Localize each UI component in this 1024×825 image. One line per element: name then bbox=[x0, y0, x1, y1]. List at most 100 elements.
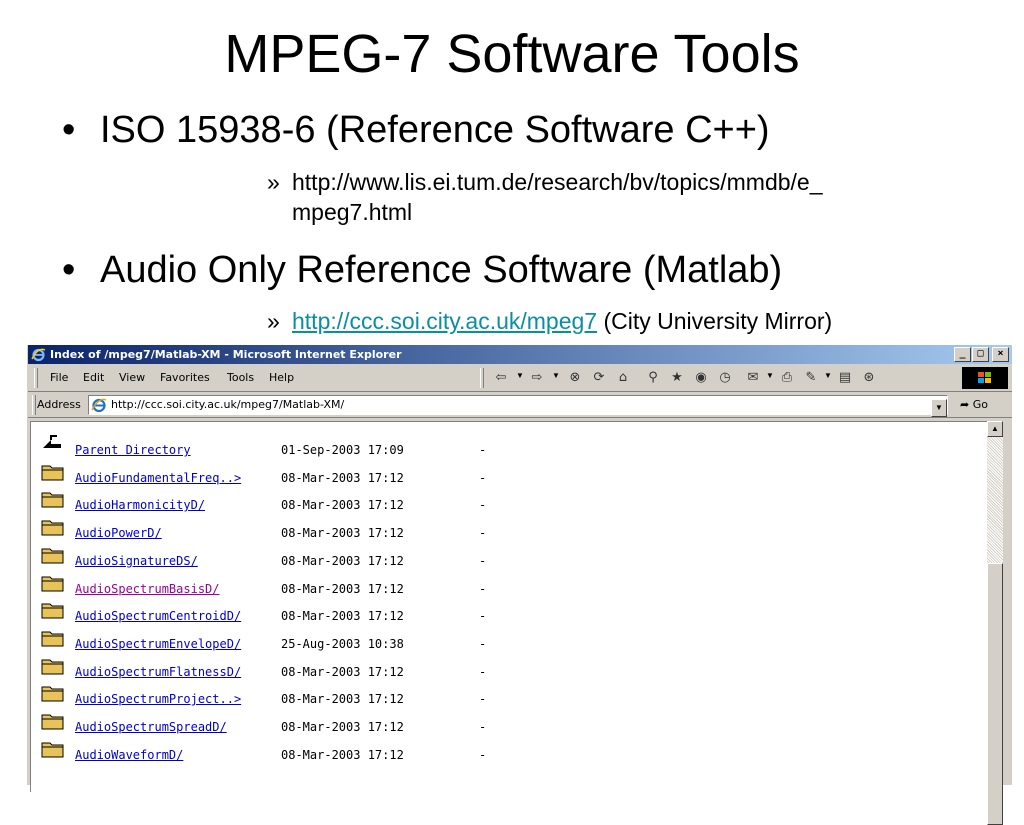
vertical-scrollbar[interactable]: ▲ bbox=[987, 421, 1003, 825]
menu-toolbar-bar: File Edit View Favorites Tools Help ⇦ ▼ … bbox=[28, 365, 1012, 392]
sub-bullet-city-mirror: » http://ccc.soi.city.ac.uk/mpeg7 (City … bbox=[267, 306, 833, 336]
folder-icon bbox=[41, 576, 64, 591]
parent-directory-icon bbox=[43, 435, 61, 448]
edit-icon[interactable]: ✎ bbox=[802, 369, 820, 387]
menu-tools[interactable]: Tools bbox=[227, 371, 254, 384]
modified-date: 08-Mar-2003 17:12 bbox=[281, 581, 404, 596]
directory-link[interactable]: AudioSpectrumProject..> bbox=[75, 692, 241, 706]
directory-link[interactable]: AudioSpectrumEnvelopeD/ bbox=[75, 637, 241, 651]
discuss-icon[interactable]: ▤ bbox=[836, 369, 854, 387]
file-size: - bbox=[479, 692, 487, 707]
directory-link[interactable]: AudioFundamentalFreq..> bbox=[75, 471, 241, 485]
modified-date: 08-Mar-2003 17:12 bbox=[281, 692, 404, 707]
directory-link[interactable]: AudioSignatureDS/ bbox=[75, 554, 198, 568]
address-label: Address bbox=[37, 398, 81, 411]
bullet-text: Audio Only Reference Software (Matlab) bbox=[100, 249, 783, 291]
scroll-thumb[interactable] bbox=[987, 563, 1003, 825]
menu-edit[interactable]: Edit bbox=[83, 371, 104, 384]
file-size: - bbox=[479, 720, 487, 734]
modified-date: 01-Sep-2003 17:09 bbox=[281, 443, 404, 457]
go-label: Go bbox=[972, 398, 988, 411]
directory-link[interactable]: Parent Directory bbox=[75, 443, 191, 457]
bullet-iso-reference: • ISO 15938-6 (Reference Software C++) bbox=[62, 108, 770, 152]
mail-dropdown-icon[interactable]: ▼ bbox=[766, 371, 774, 380]
go-arrow-icon: ➦ bbox=[960, 398, 970, 411]
folder-icon bbox=[41, 631, 64, 647]
directory-link[interactable]: AudioSpectrumBasisD/ bbox=[75, 582, 220, 596]
grip-handle[interactable] bbox=[480, 368, 484, 388]
media-icon[interactable]: ◉ bbox=[692, 369, 710, 387]
bullet-dot-icon: • bbox=[62, 109, 76, 151]
modified-date: 08-Mar-2003 17:12 bbox=[281, 747, 404, 762]
modified-date: 25-Aug-2003 10:38 bbox=[281, 636, 404, 651]
city-mirror-note: (City University Mirror) bbox=[597, 308, 833, 334]
search-icon[interactable]: ⚲ bbox=[644, 369, 662, 387]
close-button[interactable]: × bbox=[992, 347, 1009, 362]
ie-logo-icon bbox=[31, 348, 46, 362]
modified-date: 08-Mar-2003 17:12 bbox=[281, 498, 404, 513]
minimize-button[interactable]: _ bbox=[954, 347, 971, 362]
file-size: - bbox=[479, 498, 487, 513]
folder-icon bbox=[41, 465, 64, 481]
slide-title: MPEG-7 Software Tools bbox=[224, 24, 800, 84]
bullet-dot-icon: • bbox=[62, 249, 76, 291]
forward-icon[interactable]: ⇨ bbox=[528, 369, 546, 387]
directory-link[interactable]: AudioWaveformD/ bbox=[75, 748, 183, 762]
file-size: - bbox=[479, 581, 487, 596]
sub-bullet-iso-url: » http://www.lis.ei.tum.de/research/bv/t… bbox=[267, 167, 992, 227]
history-icon[interactable]: ◷ bbox=[716, 369, 734, 387]
scroll-track[interactable] bbox=[987, 437, 1003, 563]
directory-link[interactable]: AudioSpectrumFlatnessD/ bbox=[75, 665, 241, 679]
directory-link[interactable]: AudioSpectrumSpreadD/ bbox=[75, 720, 227, 734]
browser-window: Index of /mpeg7/Matlab-XM - Microsoft In… bbox=[27, 345, 1012, 825]
sub-bullet-line-1: http://www.lis.ei.tum.de/research/bv/top… bbox=[292, 169, 823, 195]
file-size: - bbox=[479, 636, 487, 651]
address-dropdown-icon[interactable]: ▼ bbox=[931, 399, 947, 417]
home-icon[interactable]: ⌂ bbox=[614, 369, 632, 387]
folder-icon bbox=[41, 492, 64, 508]
file-size: - bbox=[479, 470, 487, 485]
print-icon[interactable]: ⎙ bbox=[778, 369, 796, 387]
grip-handle[interactable] bbox=[32, 395, 36, 415]
modified-date: 08-Mar-2003 17:12 bbox=[281, 526, 404, 541]
messenger-icon[interactable]: ⊛ bbox=[860, 369, 878, 387]
back-icon[interactable]: ⇦ bbox=[492, 369, 510, 387]
raquo-icon: » bbox=[267, 169, 280, 195]
address-value: http://ccc.soi.city.ac.uk/mpeg7/Matlab-X… bbox=[111, 398, 345, 411]
edit-dropdown-icon[interactable]: ▼ bbox=[824, 371, 832, 380]
grip-handle[interactable] bbox=[34, 368, 38, 388]
modified-date: 08-Mar-2003 17:12 bbox=[281, 470, 404, 485]
directory-link[interactable]: AudioPowerD/ bbox=[75, 526, 162, 540]
file-size: - bbox=[479, 747, 487, 762]
folder-icon bbox=[41, 603, 64, 619]
menu-help[interactable]: Help bbox=[269, 371, 294, 384]
city-mirror-link[interactable]: http://ccc.soi.city.ac.uk/mpeg7 bbox=[292, 308, 597, 334]
scroll-up-icon[interactable]: ▲ bbox=[987, 421, 1003, 437]
mail-icon[interactable]: ✉ bbox=[744, 369, 762, 387]
windows-flag-icon bbox=[962, 367, 1008, 389]
window-titlebar[interactable]: Index of /mpeg7/Matlab-XM - Microsoft In… bbox=[28, 345, 1012, 364]
directory-listing: Parent Directory 01-Sep-2003 17:09 - Aud… bbox=[30, 421, 987, 792]
folder-icon bbox=[41, 659, 64, 675]
directory-link[interactable]: AudioHarmonicityD/ bbox=[75, 498, 205, 512]
bullet-audio-reference: • Audio Only Reference Software (Matlab) bbox=[62, 248, 783, 292]
forward-dropdown-icon[interactable]: ▼ bbox=[552, 371, 560, 380]
window-title: Index of /mpeg7/Matlab-XM - Microsoft In… bbox=[50, 348, 402, 361]
menu-favorites[interactable]: Favorites bbox=[160, 371, 210, 384]
address-input[interactable]: http://ccc.soi.city.ac.uk/mpeg7/Matlab-X… bbox=[88, 395, 948, 417]
bullet-text: ISO 15938-6 (Reference Software C++) bbox=[100, 109, 770, 151]
folder-icon bbox=[41, 520, 64, 536]
file-size: - bbox=[479, 609, 487, 624]
maximize-button[interactable]: □ bbox=[972, 347, 989, 362]
directory-link[interactable]: AudioSpectrumCentroidD/ bbox=[75, 609, 241, 623]
menu-view[interactable]: View bbox=[119, 371, 145, 384]
back-dropdown-icon[interactable]: ▼ bbox=[516, 371, 524, 380]
go-button[interactable]: ➦ Go bbox=[960, 398, 988, 411]
refresh-icon[interactable]: ⟳ bbox=[590, 369, 608, 387]
stop-icon[interactable]: ⊗ bbox=[566, 369, 584, 387]
folder-icon bbox=[41, 686, 64, 702]
address-bar: Address http://ccc.soi.city.ac.uk/mpeg7/… bbox=[28, 393, 1012, 418]
menu-file[interactable]: File bbox=[50, 371, 68, 384]
favorites-icon[interactable]: ★ bbox=[668, 369, 686, 387]
sub-bullet-line-2: mpeg7.html bbox=[292, 199, 413, 225]
